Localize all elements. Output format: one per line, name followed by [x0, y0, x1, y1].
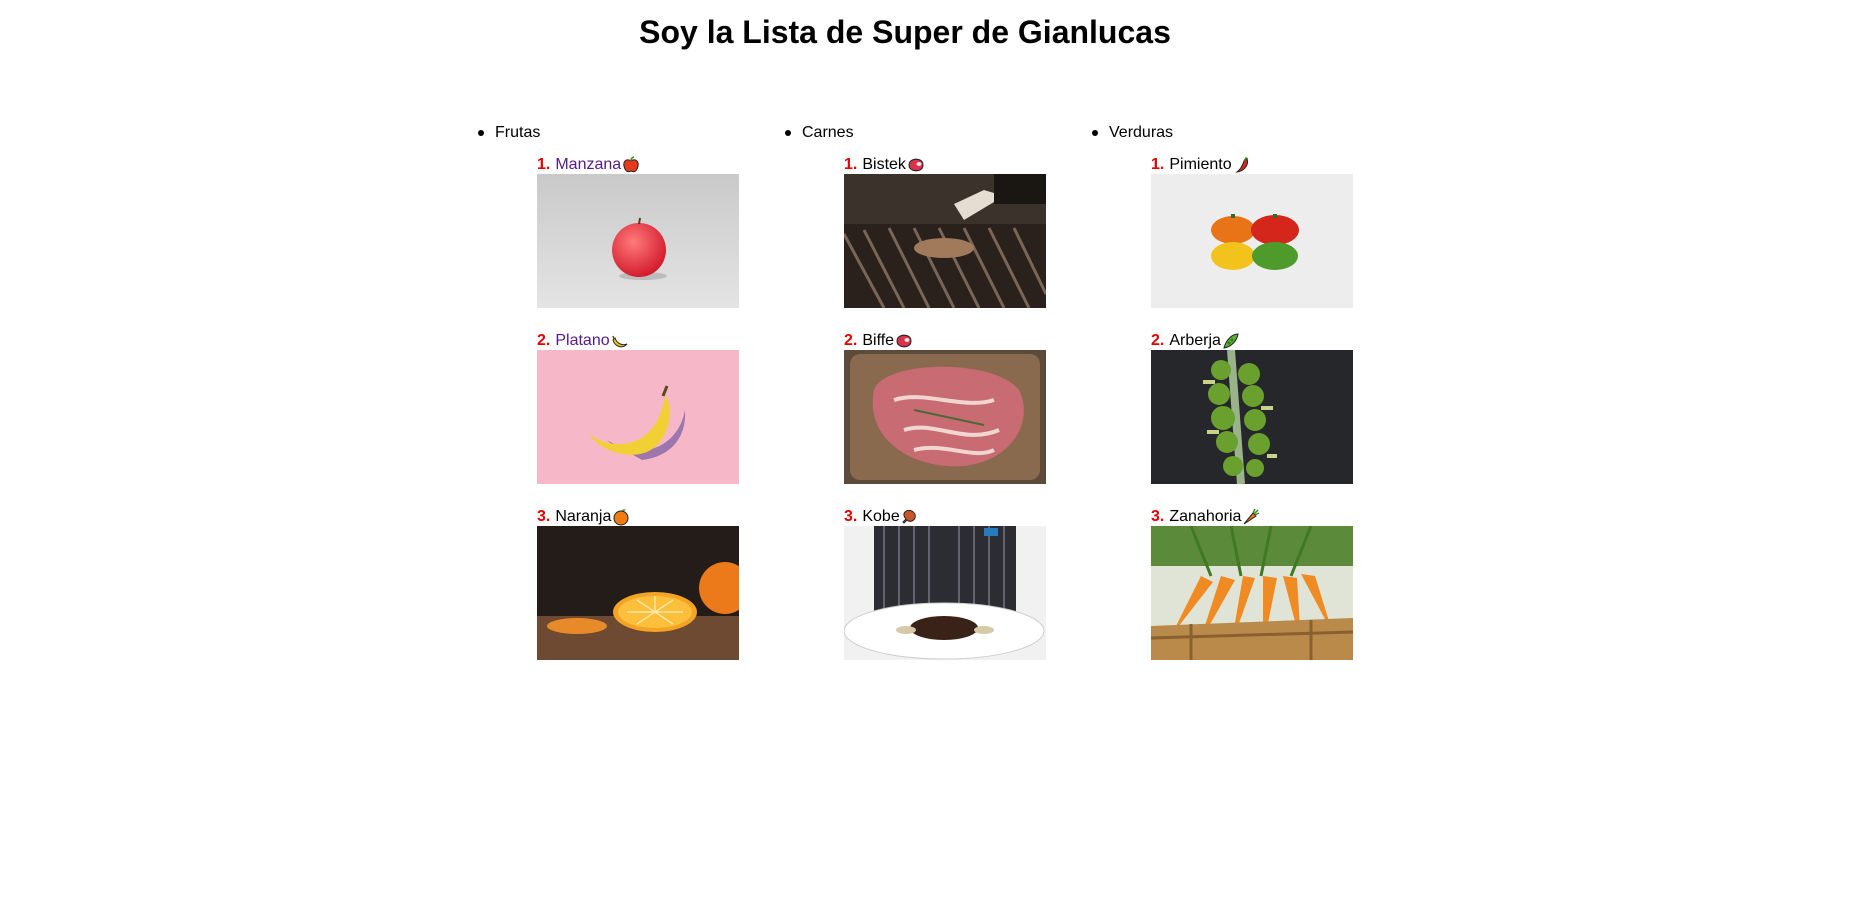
item-number: 1. [844, 156, 858, 173]
list-item: 2. Biffe [844, 332, 1092, 508]
pimiento-photo [1151, 174, 1353, 308]
item-label[interactable]: 3. Zanahoria [1151, 508, 1399, 526]
bullet-icon [785, 130, 791, 136]
zanahoria-photo [1151, 526, 1353, 660]
list-item: 1. Manzana [537, 156, 785, 332]
item-label[interactable]: 3. Kobe [844, 508, 1092, 526]
bullet-icon [478, 130, 484, 136]
carrot-icon [1244, 508, 1260, 525]
list-item: 2. Platano [537, 332, 785, 508]
item-number: 3. [1151, 508, 1165, 525]
list-item: 1. Bistek [844, 156, 1092, 332]
category-header: Carnes [785, 120, 1092, 146]
category-label: Verduras [1109, 124, 1174, 141]
list-item: 1. Pimiento [1151, 156, 1399, 332]
item-link[interactable]: Arberja [1169, 332, 1221, 350]
item-label[interactable]: 2. Arberja [1151, 332, 1399, 350]
item-list: 1. Manzana 2. Platano 3. Naranja [537, 156, 785, 684]
item-list: 1. Pimiento 2. Arberja 3. Zanahoria [1151, 156, 1399, 684]
kobe-photo [844, 526, 1046, 660]
item-label[interactable]: 1. Bistek [844, 156, 1092, 174]
item-link[interactable]: Manzana [555, 156, 621, 174]
apple-icon [623, 156, 639, 173]
category-label: Carnes [802, 124, 854, 141]
pea-pod-icon [1223, 333, 1239, 349]
item-link[interactable]: Kobe [862, 508, 899, 526]
list-item: 2. Arberja [1151, 332, 1399, 508]
item-label[interactable]: 3. Naranja [537, 508, 785, 526]
item-number: 1. [1151, 156, 1165, 173]
meat-leg-icon [902, 509, 916, 524]
category-carnes: Carnes 1. Bistek 2. Biffe 3. Kobe [785, 120, 1092, 684]
list-item: 3. Naranja [537, 508, 785, 684]
item-label[interactable]: 2. Biffe [844, 332, 1092, 350]
orange-photo [537, 526, 739, 660]
item-list: 1. Bistek 2. Biffe 3. Kobe [844, 156, 1092, 684]
item-label[interactable]: 1. Pimiento [1151, 156, 1399, 174]
item-label[interactable]: 1. Manzana [537, 156, 785, 174]
pepper-icon [1234, 157, 1248, 173]
item-link[interactable]: Naranja [555, 508, 611, 526]
item-number: 1. [537, 156, 551, 173]
orange-icon [613, 509, 629, 526]
item-link[interactable]: Bistek [862, 156, 906, 174]
item-link[interactable]: Biffe [862, 332, 894, 350]
banana-icon [611, 335, 627, 348]
page-title: Soy la Lista de Super de Gianlucas [639, 14, 1171, 50]
item-number: 2. [844, 332, 858, 349]
apple-photo [537, 174, 739, 308]
biffe-photo [844, 350, 1046, 484]
item-number: 3. [844, 508, 858, 525]
banana-photo [537, 350, 739, 484]
bullet-icon [1092, 130, 1098, 136]
category-header: Verduras [1092, 120, 1399, 146]
item-number: 2. [1151, 332, 1165, 349]
item-number: 3. [537, 508, 551, 525]
list-item: 3. Zanahoria [1151, 508, 1399, 684]
item-link[interactable]: Platano [555, 332, 609, 350]
category-header: Frutas [478, 120, 785, 146]
list-item: 3. Kobe [844, 508, 1092, 684]
arberja-photo [1151, 350, 1353, 484]
category-frutas: Frutas 1. Manzana 2. Platano 3. Naranja [478, 120, 785, 684]
bistek-photo [844, 174, 1046, 308]
category-columns: Frutas 1. Manzana 2. Platano 3. Naranja … [478, 120, 1399, 684]
item-link[interactable]: Zanahoria [1169, 508, 1241, 526]
item-link[interactable]: Pimiento [1169, 156, 1231, 174]
item-number: 2. [537, 332, 551, 349]
item-label[interactable]: 2. Platano [537, 332, 785, 350]
category-label: Frutas [495, 124, 541, 141]
category-verduras: Verduras 1. Pimiento 2. Arberja 3. Zanah… [1092, 120, 1399, 684]
steak-icon [908, 158, 924, 172]
steak-icon [896, 334, 912, 348]
